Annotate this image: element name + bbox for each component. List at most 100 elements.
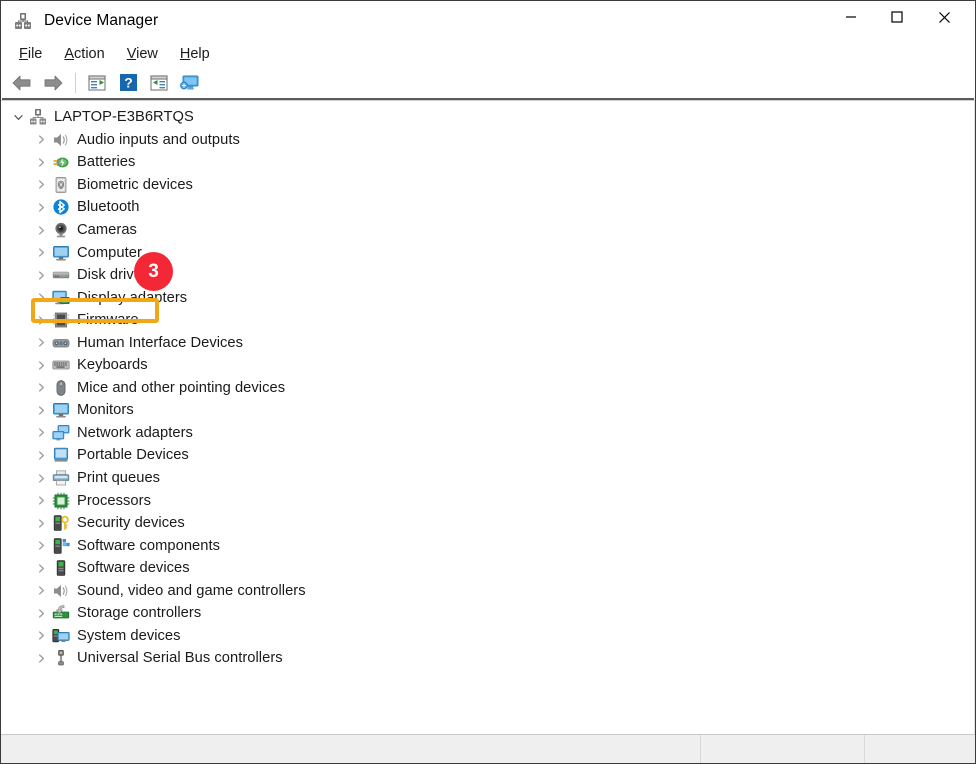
tree-item-label: Software devices <box>77 560 190 577</box>
tree-item-label: Portable Devices <box>77 447 189 464</box>
update-driver-button[interactable] <box>175 70 205 96</box>
chip-icon <box>52 311 70 329</box>
status-panel-mid <box>701 735 865 763</box>
tree-label-root: LAPTOP-E3B6RTQS <box>54 109 194 126</box>
tree-row[interactable]: Software devices <box>1 557 974 580</box>
tree-item-label: Batteries <box>77 154 136 171</box>
tree-item-label: Human Interface Devices <box>77 334 244 351</box>
menu-accel-file: F <box>19 45 28 62</box>
tree-row[interactable]: Portable Devices <box>1 444 974 467</box>
chevron-right-icon[interactable] <box>34 561 49 576</box>
storage-controller-icon <box>52 604 70 622</box>
tree-row[interactable]: Display adapters <box>1 286 974 309</box>
tree-row[interactable]: Storage controllers <box>1 602 974 625</box>
chevron-right-icon[interactable] <box>34 268 49 283</box>
chevron-right-icon[interactable] <box>34 335 49 350</box>
tree-row[interactable]: Security devices <box>1 512 974 535</box>
tree-row[interactable]: Batteries <box>1 151 974 174</box>
scan-for-hardware-changes-icon <box>150 74 168 91</box>
tree-row[interactable]: Biometric devices <box>1 174 974 197</box>
minimize-button[interactable] <box>828 1 874 33</box>
tree-row[interactable]: Network adapters <box>1 422 974 445</box>
tree-item-label: Audio inputs and outputs <box>77 131 240 148</box>
tree-row[interactable]: Firmware <box>1 309 974 332</box>
chevron-right-icon[interactable] <box>34 628 49 643</box>
help-button[interactable]: ? <box>113 70 143 96</box>
scan-hardware-changes-button[interactable] <box>144 70 174 96</box>
tree-row[interactable]: Bluetooth <box>1 196 974 219</box>
menu-item-help[interactable]: Help <box>172 44 220 64</box>
back-button[interactable] <box>7 70 37 96</box>
chevron-right-icon[interactable] <box>34 200 49 215</box>
tree-row[interactable]: Computer <box>1 241 974 264</box>
chevron-right-icon[interactable] <box>34 471 49 486</box>
network-adapter-icon <box>52 424 70 442</box>
tree-item-label: Cameras <box>77 222 137 238</box>
device-manager-window: Device Manager File Action View Help ? L… <box>0 0 976 764</box>
menu-accel-action: A <box>64 45 75 62</box>
device-tree-panel[interactable]: LAPTOP-E3B6RTQS Audio inputs and outputs… <box>1 101 975 734</box>
display-adapter-icon <box>52 289 70 307</box>
properties-button[interactable] <box>82 70 112 96</box>
chevron-right-icon[interactable] <box>34 380 49 395</box>
chevron-right-icon[interactable] <box>34 155 49 170</box>
portable-device-icon <box>52 446 70 464</box>
close-button[interactable] <box>921 1 967 33</box>
tree-row[interactable]: Processors <box>1 489 974 512</box>
maximize-button[interactable] <box>874 1 920 33</box>
tree-row[interactable]: Sound, video and game controllers <box>1 579 974 602</box>
tree-row[interactable]: Audio inputs and outputs <box>1 129 974 152</box>
chevron-right-icon[interactable] <box>34 403 49 418</box>
toolbar-separator-1 <box>75 72 76 93</box>
tree-item-label: Bluetooth <box>77 199 140 216</box>
tree-row-root[interactable]: LAPTOP-E3B6RTQS <box>1 106 974 129</box>
tree-item-label: Print queues <box>77 470 161 487</box>
tree-row[interactable]: Software components <box>1 534 974 557</box>
forward-button[interactable] <box>38 70 68 96</box>
tree-row[interactable]: Cameras <box>1 219 974 242</box>
menu-item-action[interactable]: Action <box>56 44 114 64</box>
forward-icon <box>44 75 63 90</box>
menu-item-file[interactable]: File <box>11 44 52 64</box>
security-key-icon <box>52 514 70 532</box>
tree-item-label: Display adapters <box>77 289 188 306</box>
tree-row[interactable]: Human Interface Devices <box>1 331 974 354</box>
chevron-right-icon[interactable] <box>34 245 49 260</box>
tree-row[interactable]: Monitors <box>1 399 974 422</box>
chevron-right-icon[interactable] <box>34 493 49 508</box>
chevron-right-icon[interactable] <box>34 425 49 440</box>
tree-row[interactable]: System devices <box>1 625 974 648</box>
chevron-right-icon[interactable] <box>34 290 49 305</box>
monitor-icon <box>52 401 70 419</box>
chevron-right-icon[interactable] <box>34 651 49 666</box>
tree-item-label: System devices <box>77 627 181 644</box>
menu-item-view[interactable]: View <box>119 44 168 64</box>
chevron-right-icon[interactable] <box>34 583 49 598</box>
chevron-right-icon[interactable] <box>34 538 49 553</box>
tree-item-label: Firmware <box>77 312 139 329</box>
processor-icon <box>52 492 70 510</box>
menu-rest-view: iew <box>136 45 158 62</box>
chevron-right-icon[interactable] <box>34 358 49 373</box>
chevron-right-icon[interactable] <box>34 223 49 238</box>
chevron-down-icon[interactable] <box>11 110 26 125</box>
help-icon: ? <box>119 74 137 91</box>
chevron-right-icon[interactable] <box>34 313 49 328</box>
chevron-right-icon[interactable] <box>34 606 49 621</box>
tree-row[interactable]: Print queues <box>1 467 974 490</box>
tree-row[interactable]: Disk drives <box>1 264 974 287</box>
tree-row[interactable]: Keyboards <box>1 354 974 377</box>
status-panel-right <box>865 735 975 763</box>
chevron-right-icon[interactable] <box>34 132 49 147</box>
tree-row[interactable]: Universal Serial Bus controllers <box>1 647 974 670</box>
back-icon <box>12 75 31 90</box>
chevron-right-icon[interactable] <box>34 448 49 463</box>
tree-item-label: Universal Serial Bus controllers <box>77 650 283 667</box>
tree-row[interactable]: Mice and other pointing devices <box>1 377 974 400</box>
chevron-right-icon[interactable] <box>34 516 49 531</box>
chevron-right-icon[interactable] <box>34 177 49 192</box>
toolbar: ? <box>1 67 975 98</box>
disk-drive-icon <box>52 266 70 284</box>
keyboard-icon <box>52 356 70 374</box>
device-manager-icon <box>13 11 33 31</box>
